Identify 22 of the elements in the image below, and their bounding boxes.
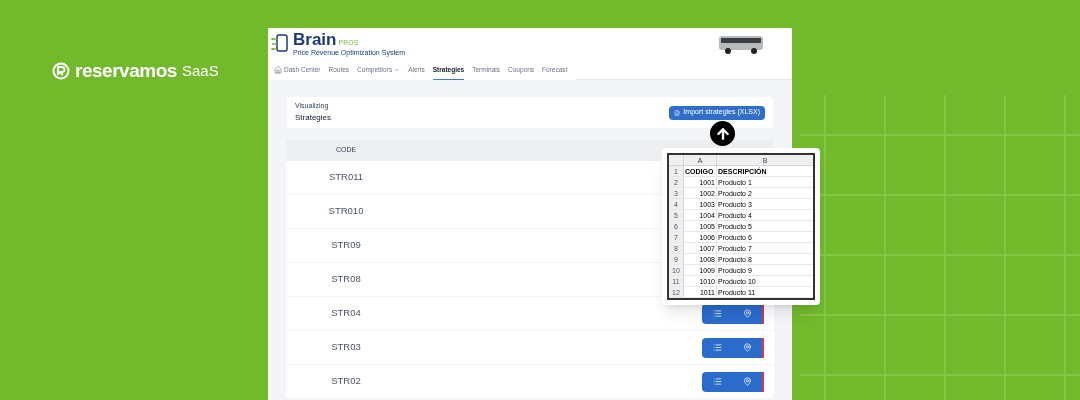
caret-icon <box>394 67 401 73</box>
table-cell-text: STR04 <box>330 306 362 321</box>
list-icon[interactable] <box>712 377 722 386</box>
map-pin-icon[interactable] <box>742 343 752 352</box>
table-cell-text: STR010 <box>327 204 365 219</box>
table-cell-text: STR02 <box>330 374 362 389</box>
map-pin-icon[interactable] <box>742 309 752 318</box>
app-logo-title: Brain <box>293 31 337 48</box>
list-icon[interactable] <box>712 309 722 318</box>
map-pin-icon[interactable] <box>742 377 752 386</box>
page-title: Strategies <box>295 111 332 124</box>
table-cell-text: STR03 <box>330 340 362 355</box>
brand-suffix: SaaS <box>181 61 219 81</box>
brand-logo-icon <box>52 62 70 81</box>
list-icon[interactable] <box>712 343 722 352</box>
file-icon <box>674 109 681 116</box>
table-cell-text: STR011 <box>327 170 365 185</box>
circuit-logo-icon <box>271 34 291 54</box>
bus-image <box>718 35 764 55</box>
table-cell-text: STR09 <box>330 238 362 253</box>
brand-name: reservamos <box>75 59 177 83</box>
table-cell-text: STR08 <box>330 272 362 287</box>
